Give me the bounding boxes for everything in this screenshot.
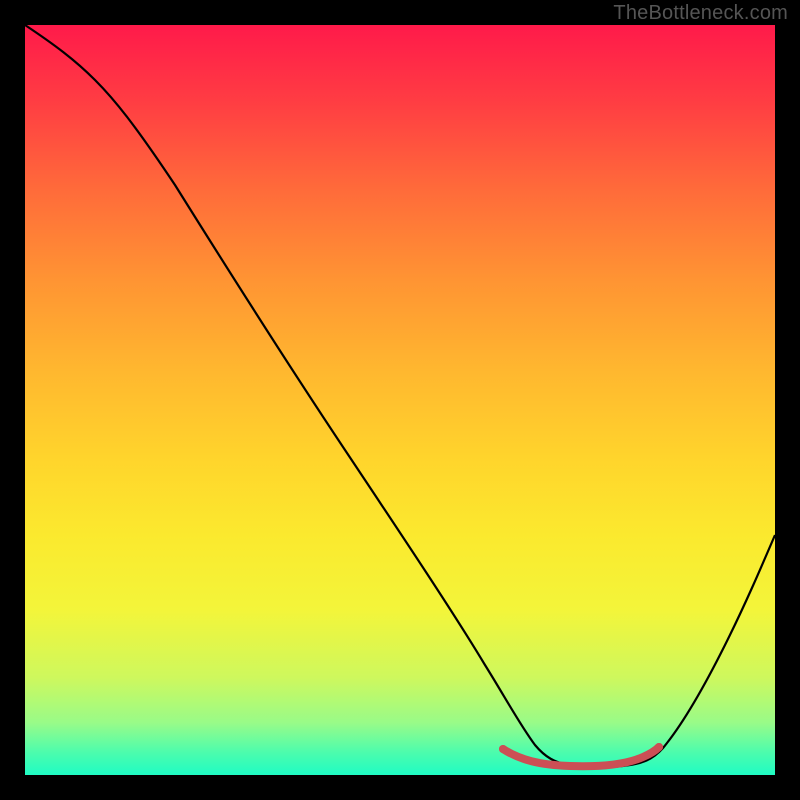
curve-layer	[25, 25, 775, 775]
marker-end-dot	[655, 743, 663, 751]
optimal-range-marker	[503, 747, 659, 766]
bottleneck-curve	[25, 25, 775, 767]
plot-area	[25, 25, 775, 775]
marker-start-dot	[499, 745, 507, 753]
attribution-text: TheBottleneck.com	[613, 2, 788, 25]
chart-frame: TheBottleneck.com	[0, 0, 800, 800]
